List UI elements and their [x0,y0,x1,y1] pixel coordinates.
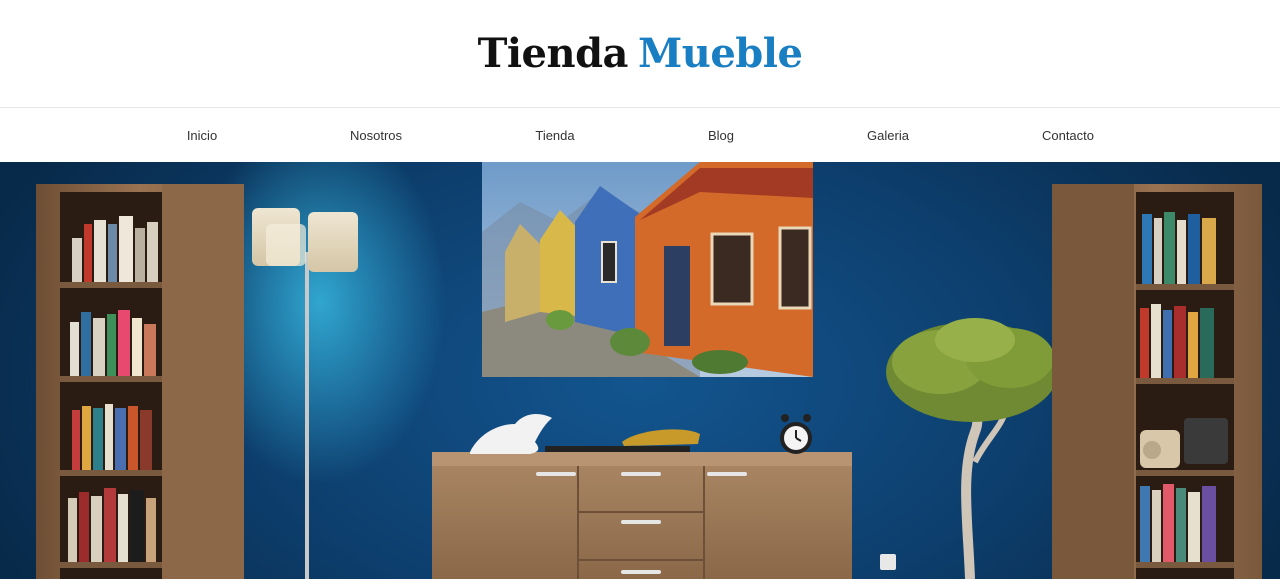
site-header: Tienda Mueble [0,0,1280,107]
nav-link-galeria[interactable]: Galeria [867,108,909,163]
nav-link-inicio[interactable]: Inicio [187,108,217,163]
nav-link-nosotros[interactable]: Nosotros [350,108,402,163]
floor-lamp [252,208,358,579]
right-bookshelf [1052,184,1262,579]
wall-painting [482,162,813,377]
hero-banner [0,162,1280,579]
wall-outlet [880,554,896,570]
dresser-decor [470,414,812,454]
wooden-dresser [432,452,852,579]
logo-text-accent: Mueble [637,30,803,77]
nav-link-tienda[interactable]: Tienda [535,108,574,163]
hero-room-illustration [36,162,1262,579]
nav-link-contacto[interactable]: Contacto [1042,108,1094,163]
left-bookshelf [36,184,244,579]
logo-text-primary: Tienda [477,30,629,77]
site-logo[interactable]: Tienda Mueble [478,30,803,77]
bonsai-plant [886,318,1058,579]
main-navigation: Inicio Nosotros Tienda Blog Galeria Cont… [0,107,1280,162]
nav-link-blog[interactable]: Blog [708,108,734,163]
